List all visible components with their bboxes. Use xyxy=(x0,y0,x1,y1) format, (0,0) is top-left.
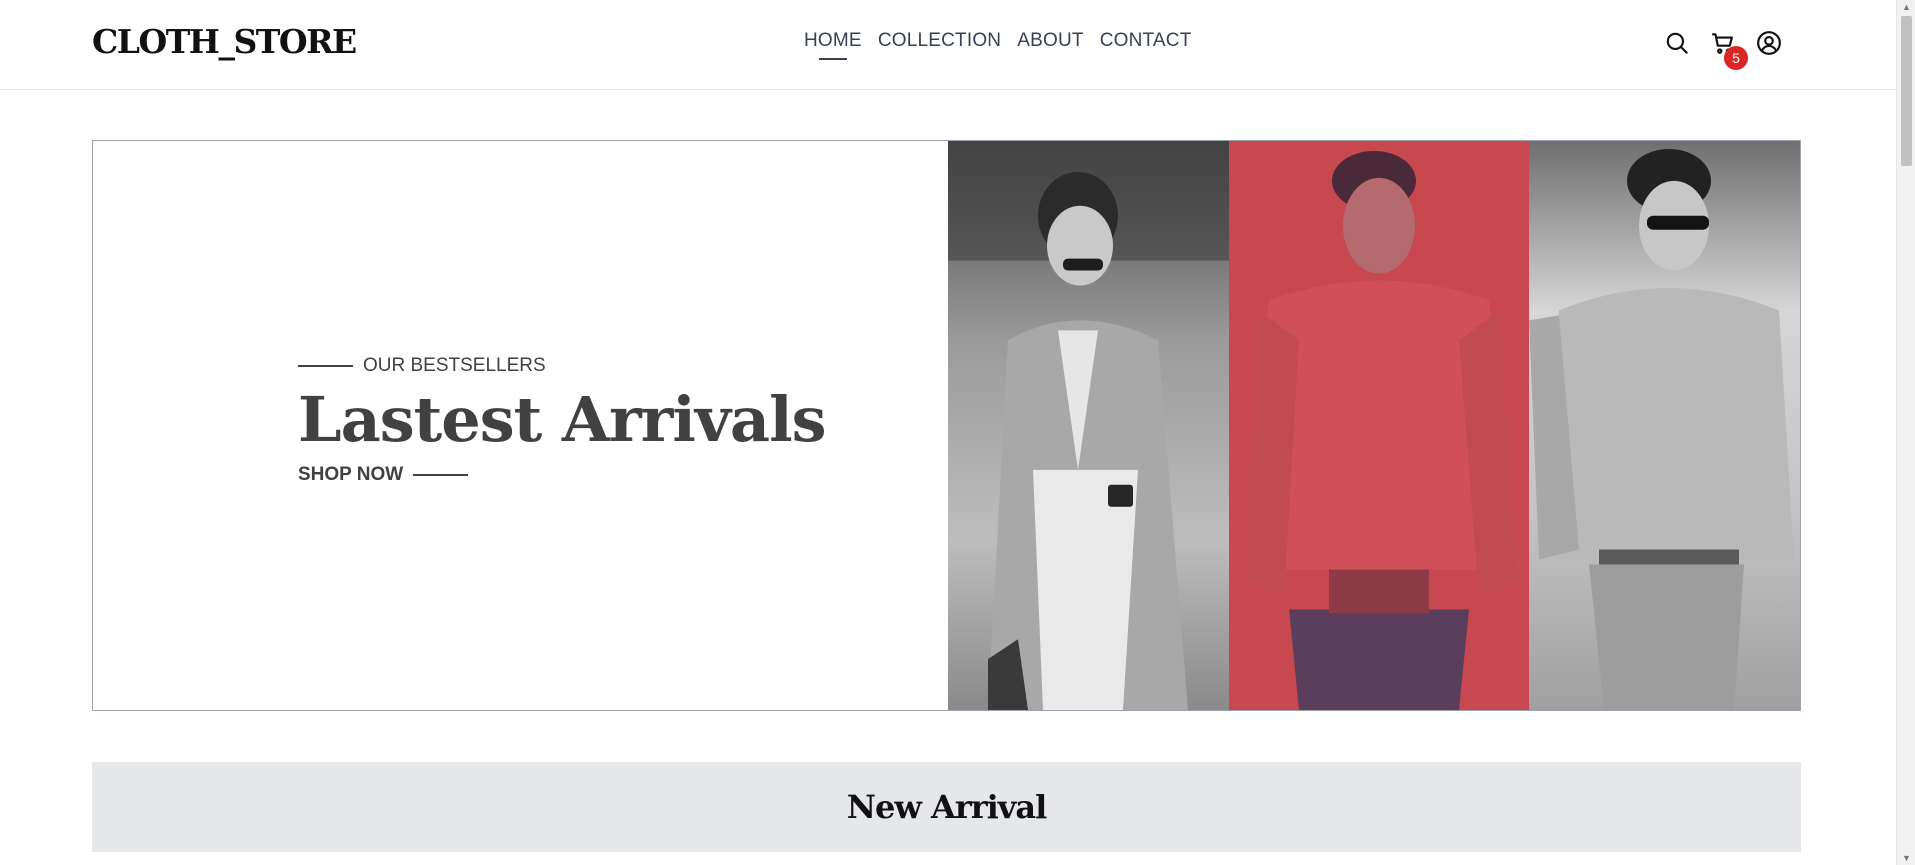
scroll-down-arrow[interactable]: ▼ xyxy=(1901,853,1912,863)
cart-count-badge: 5 xyxy=(1724,46,1748,70)
search-icon[interactable] xyxy=(1664,30,1690,56)
hero-eyebrow: OUR BESTSELLERS xyxy=(363,355,546,376)
hero-text-panel: OUR BESTSELLERS Lastest Arrivals SHOP NO… xyxy=(93,141,948,710)
nav-contact[interactable]: CONTACT xyxy=(1100,30,1192,52)
site-logo[interactable]: CLOTH_STORE xyxy=(92,22,357,61)
page-scrollbar[interactable]: ▲ ▼ xyxy=(1896,0,1915,865)
hero-banner: OUR BESTSELLERS Lastest Arrivals SHOP NO… xyxy=(92,140,1801,711)
shop-now-link[interactable]: SHOP NOW xyxy=(298,464,403,486)
hero-text-block: OUR BESTSELLERS Lastest Arrivals SHOP NO… xyxy=(298,355,827,486)
model-photo-3 xyxy=(1529,141,1800,710)
hero-image xyxy=(948,141,1800,710)
model-photo-2 xyxy=(1229,141,1529,710)
profile-icon[interactable] xyxy=(1756,30,1782,56)
model-photo-1 xyxy=(948,141,1229,710)
nav-home[interactable]: HOME xyxy=(804,30,862,52)
scroll-thumb[interactable] xyxy=(1901,16,1912,166)
new-arrival-section: New Arrival xyxy=(92,762,1801,852)
eyebrow-line xyxy=(298,365,353,367)
cart-icon[interactable]: 5 xyxy=(1710,30,1748,70)
section-title: New Arrival xyxy=(846,788,1047,826)
scroll-up-arrow[interactable]: ▲ xyxy=(1901,2,1912,12)
main-nav: HOME COLLECTION ABOUT CONTACT xyxy=(804,30,1192,52)
nav-about[interactable]: ABOUT xyxy=(1017,30,1083,52)
shop-now-line xyxy=(413,474,469,476)
eyebrow-row: OUR BESTSELLERS xyxy=(298,355,826,377)
header-actions: 5 xyxy=(1664,30,1782,70)
site-header: CLOTH_STORE HOME COLLECTION ABOUT CONTAC… xyxy=(0,0,1896,90)
shop-now-row[interactable]: SHOP NOW xyxy=(298,464,826,486)
nav-collection[interactable]: COLLECTION xyxy=(878,30,1001,52)
hero-title: Lastest Arrivals xyxy=(298,383,827,456)
